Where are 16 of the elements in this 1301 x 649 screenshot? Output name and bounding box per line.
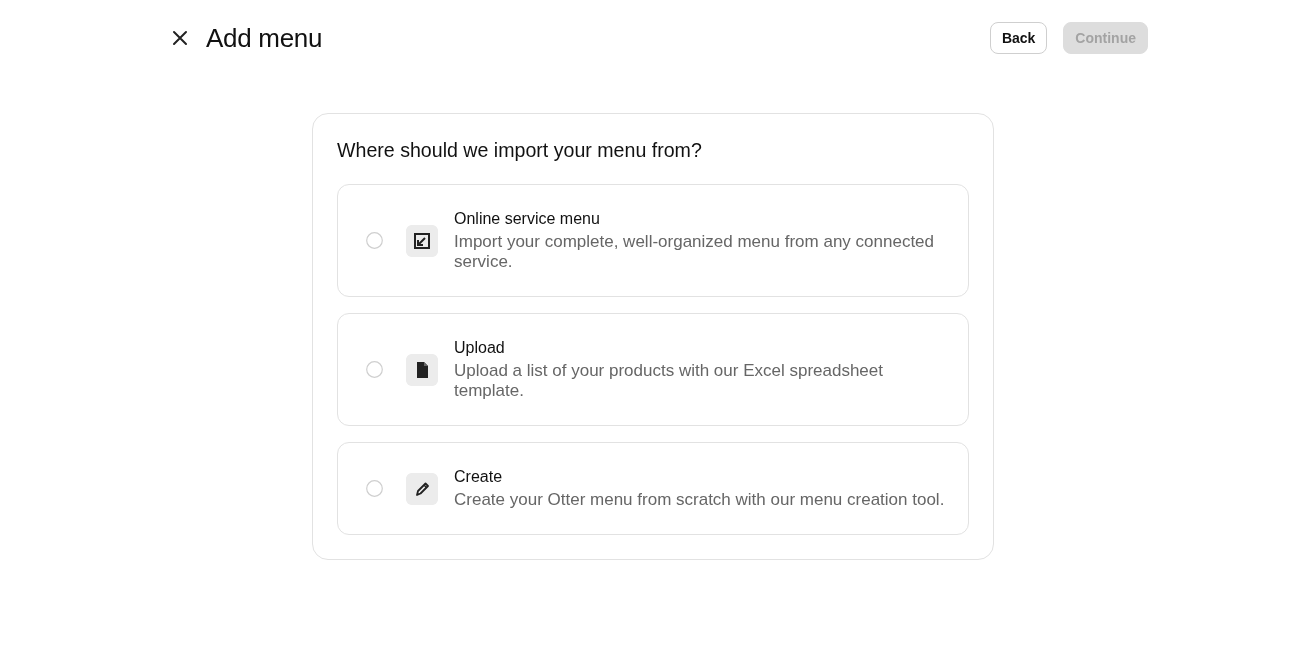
option-title: Upload [454, 338, 506, 358]
option-card[interactable]: Create Create your Otter menu from scratch with our menu creation tool. [337, 442, 969, 535]
option-description: Create your Otter menu from scratch with our menu creation tool. [454, 490, 946, 510]
option-description: Import your complete, well-organized menu from any connected service. [454, 232, 935, 272]
option-title: Online service menu [454, 209, 601, 229]
back-button[interactable]: Back [989, 22, 1048, 54]
option-title: Create [454, 467, 504, 487]
radio-button[interactable] [366, 480, 383, 497]
close-icon[interactable] [170, 28, 190, 48]
radio-button[interactable] [366, 361, 383, 378]
radio-button[interactable] [366, 232, 383, 249]
option-card[interactable]: Upload Upload a list of your products with our Excel spreadsheet template. [337, 313, 969, 426]
page-title: Add menu [206, 22, 323, 54]
option-card[interactable]: Online service menu Import your complete, well-organized menu from any connected service. [337, 184, 969, 297]
option-description: Upload a list of your products with our Excel spreadsheet template. [454, 361, 884, 401]
question-heading: Where should we import your menu from? [337, 138, 703, 162]
